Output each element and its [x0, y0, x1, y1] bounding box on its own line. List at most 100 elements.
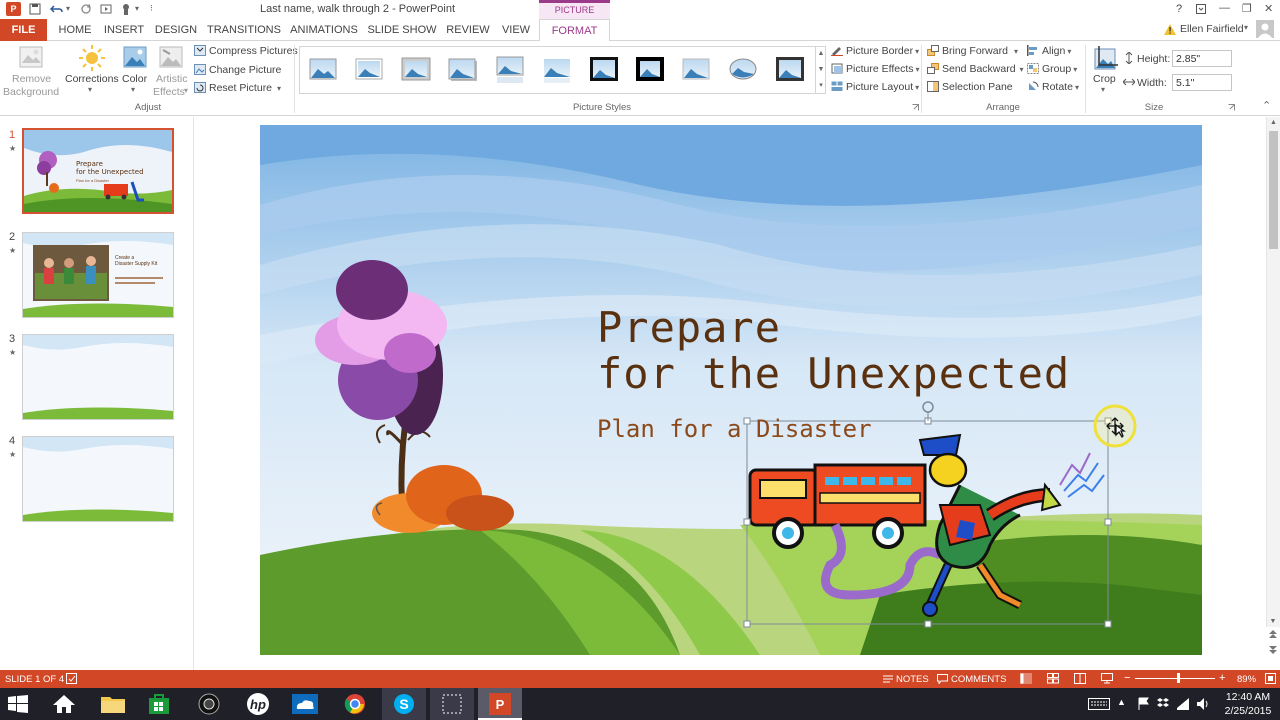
send-backward-button[interactable]: Send Backward ▾ [927, 63, 1024, 75]
picture-styles-gallery[interactable] [299, 46, 826, 94]
camera-app-icon[interactable] [198, 693, 220, 715]
zoom-in-button[interactable]: + [1219, 672, 1225, 684]
account-dropdown-icon[interactable]: ▾ [1244, 23, 1248, 32]
bring-forward-dropdown-icon[interactable]: ▾ [1014, 47, 1018, 56]
artistic-dropdown-icon[interactable]: ▾ [184, 86, 188, 95]
vertical-scrollbar[interactable]: ▲ ▼ [1266, 117, 1280, 627]
crop-icon[interactable] [1092, 46, 1118, 72]
style-soft-reflect-icon[interactable] [544, 59, 570, 83]
keyboard-icon[interactable] [1088, 698, 1110, 710]
user-name[interactable]: Ellen Fairfield [1180, 23, 1244, 35]
zoom-slider-thumb[interactable] [1177, 673, 1181, 683]
slide-thumbnail-2[interactable]: Create a Disaster Supply Kit [22, 232, 174, 318]
tab-slideshow[interactable]: SLIDE SHOW [364, 19, 440, 41]
tab-review[interactable]: REVIEW [444, 19, 492, 41]
slide-thumbnail-3[interactable] [22, 334, 174, 420]
minimize-button[interactable]: — [1219, 2, 1230, 14]
tab-format[interactable]: FORMAT [539, 19, 610, 42]
slideshow-view-icon[interactable] [1101, 673, 1113, 684]
powerpoint-taskbar-button[interactable]: P [478, 688, 522, 720]
align-dropdown-icon[interactable]: ▾ [1067, 47, 1071, 56]
spell-check-icon[interactable] [66, 673, 78, 684]
onedrive-icon[interactable] [292, 694, 318, 714]
ribbon-display-options-icon[interactable] [1196, 4, 1206, 14]
clock-time[interactable]: 12:40 AM [1222, 691, 1274, 703]
change-picture-button[interactable]: Change Picture [194, 64, 281, 76]
artistic-effects-label1[interactable]: Artistic [156, 73, 188, 85]
style-shadow-icon[interactable] [448, 58, 477, 81]
style-oval-icon[interactable] [729, 58, 757, 80]
slide-title-line2[interactable]: for the Unexpected [597, 351, 1070, 397]
style-beveled-icon[interactable] [401, 57, 431, 81]
collapse-ribbon-icon[interactable]: ⌃ [1262, 99, 1271, 112]
notes-button[interactable]: NOTES [896, 674, 929, 685]
slide-subtitle[interactable]: Plan for a Disaster [597, 415, 872, 443]
restore-button[interactable]: ❐ [1242, 2, 1252, 15]
save-icon[interactable] [29, 3, 41, 15]
gallery-scroll-down-icon[interactable]: ▼ [816, 62, 826, 78]
touch-mode-icon[interactable] [120, 2, 134, 16]
scroll-thumb[interactable] [1269, 131, 1278, 249]
remove-background-icon[interactable] [18, 45, 44, 69]
slide-sorter-icon[interactable] [1047, 673, 1059, 684]
color-dropdown-icon[interactable]: ▾ [131, 85, 135, 94]
comments-button[interactable]: COMMENTS [951, 674, 1006, 685]
group-button[interactable]: Group ▾ [1027, 63, 1077, 75]
send-backward-dropdown-icon[interactable]: ▾ [1020, 65, 1024, 74]
tab-insert[interactable]: INSERT [100, 19, 148, 41]
compress-pictures-button[interactable]: Compress Pictures [194, 45, 298, 57]
tab-home[interactable]: HOME [52, 19, 98, 41]
artistic-effects-label2[interactable]: Effects [153, 86, 185, 98]
reset-picture-button[interactable]: Reset Picture ▾ [194, 82, 281, 94]
corrections-sun-icon[interactable] [78, 45, 106, 71]
height-field[interactable] [1172, 50, 1232, 67]
color-icon[interactable] [122, 45, 148, 69]
tab-transitions[interactable]: TRANSITIONS [204, 19, 284, 41]
normal-view-icon[interactable] [1020, 673, 1032, 684]
undo-dropdown-icon[interactable]: ▾ [66, 4, 70, 13]
zoom-slider[interactable] [1135, 678, 1215, 679]
reading-view-icon[interactable] [1074, 673, 1086, 684]
dropbox-icon[interactable] [1156, 697, 1170, 711]
user-avatar[interactable] [1256, 20, 1274, 38]
picture-border-button[interactable]: Picture Border ▾ [831, 45, 919, 57]
store-icon[interactable] [148, 693, 170, 715]
style-black-frame-icon[interactable] [590, 57, 618, 81]
style-perspective-icon[interactable] [682, 58, 710, 80]
home-icon[interactable] [52, 694, 76, 714]
width-field[interactable] [1172, 74, 1232, 91]
gallery-scroll-controls[interactable]: ▲ ▼ ▾ [815, 46, 826, 94]
rotate-button[interactable]: Rotate ▾ [1027, 81, 1079, 93]
picture-layout-button[interactable]: Picture Layout ▾ [831, 81, 919, 93]
style-soft-edge-icon[interactable] [355, 58, 383, 80]
picture-styles-dialog-launcher-icon[interactable] [912, 104, 919, 111]
undo-icon[interactable] [50, 3, 64, 15]
picture-effects-button[interactable]: Picture Effects ▾ [831, 63, 920, 75]
close-button[interactable]: ✕ [1264, 2, 1273, 15]
redo-icon[interactable] [80, 3, 92, 15]
clock-date[interactable]: 2/25/2015 [1220, 705, 1276, 717]
picture-border-dropdown-icon[interactable]: ▾ [915, 47, 919, 56]
wifi-icon[interactable] [1176, 697, 1190, 711]
fit-slide-icon[interactable] [1265, 673, 1276, 684]
group-dropdown-icon[interactable]: ▾ [1073, 65, 1077, 74]
file-explorer-icon[interactable] [100, 694, 126, 714]
color-label[interactable]: Color [122, 73, 147, 85]
customize-qat-icon[interactable]: ⁝ [150, 3, 153, 14]
tab-file[interactable]: FILE [0, 19, 47, 41]
slide-thumbnail-4[interactable] [22, 436, 174, 522]
skype-taskbar-button[interactable]: S [382, 688, 426, 720]
tab-design[interactable]: DESIGN [152, 19, 200, 41]
corrections-label[interactable]: Corrections [65, 73, 119, 85]
rotate-dropdown-icon[interactable]: ▾ [1075, 83, 1079, 92]
artistic-effects-icon[interactable] [158, 45, 184, 69]
bring-forward-button[interactable]: Bring Forward ▾ [927, 45, 1018, 57]
size-dialog-launcher-icon[interactable] [1228, 104, 1235, 111]
slideshow-start-icon[interactable] [100, 3, 112, 15]
zoom-out-button[interactable]: − [1124, 672, 1130, 684]
gallery-scroll-up-icon[interactable]: ▲ [816, 46, 826, 62]
snipping-tool-taskbar-button[interactable] [430, 688, 474, 720]
hp-icon[interactable]: hp [246, 692, 270, 716]
scroll-down-icon[interactable]: ▼ [1267, 618, 1279, 625]
tray-overflow-icon[interactable]: ▲ [1117, 697, 1126, 707]
